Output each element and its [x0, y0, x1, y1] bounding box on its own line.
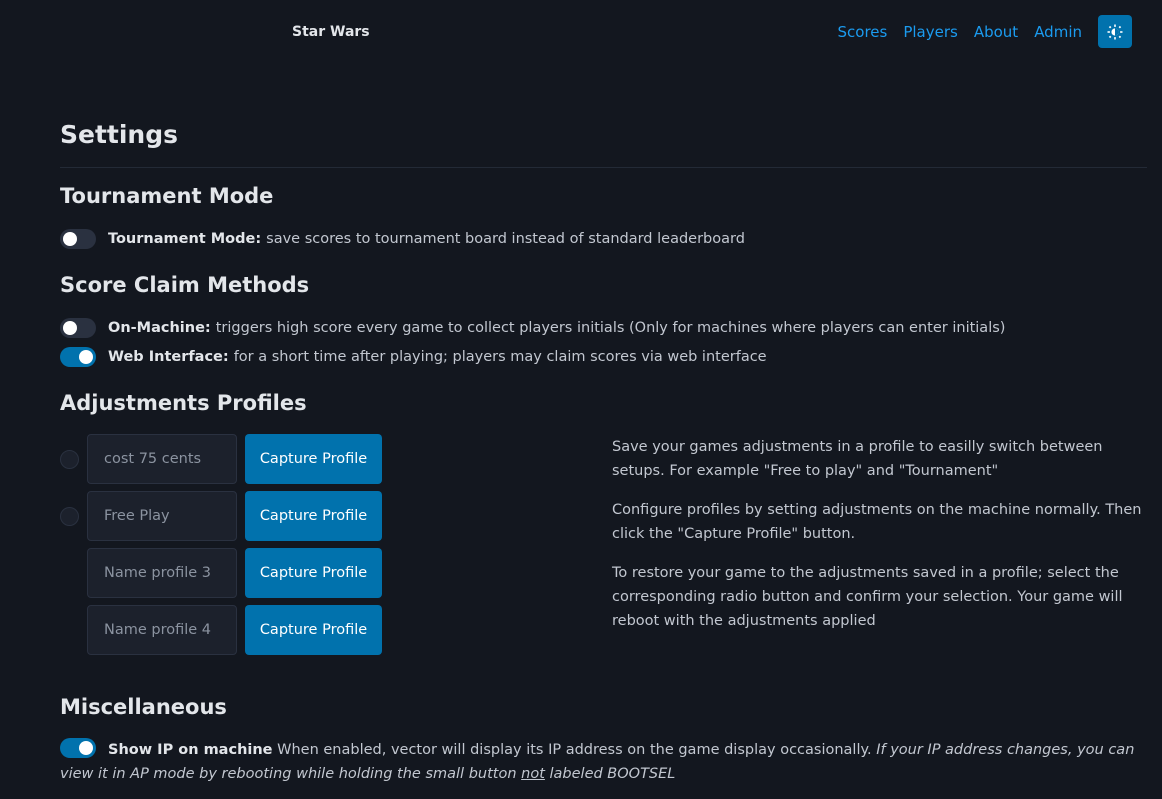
profile-radio-2[interactable]: [60, 506, 79, 526]
profile-name-input-3[interactable]: [87, 548, 237, 598]
ip-note-emphasis: not: [521, 766, 545, 782]
profiles-help-text-1: Save your games adjustments in a profile…: [612, 439, 1103, 479]
profile-row-1: Capture Profile: [60, 434, 382, 484]
theme-toggle-button[interactable]: [1098, 15, 1132, 48]
profiles-help-text-2: Configure profiles by setting adjustment…: [612, 502, 1142, 542]
profile-row-2: Capture Profile: [60, 491, 382, 541]
capture-profile-button-1[interactable]: Capture Profile: [245, 434, 382, 484]
nav-link-about[interactable]: About: [974, 23, 1018, 41]
on-machine-option: On-Machine: triggers high score every ga…: [60, 318, 1005, 338]
profile-row-4: Capture Profile: [60, 605, 382, 655]
page-title: Settings: [60, 120, 179, 149]
main-nav: Scores Players About Admin: [838, 23, 1083, 41]
option-label: Show IP on machine: [108, 742, 273, 758]
profile-radio-1[interactable]: [60, 449, 79, 469]
brand-title[interactable]: Star Wars: [292, 24, 370, 40]
option-description: save scores to tournament board instead …: [266, 231, 745, 247]
nav-link-scores[interactable]: Scores: [838, 23, 888, 41]
ip-note-end: labeled BOOTSEL: [549, 766, 676, 782]
web-interface-option: Web Interface: for a short time after pl…: [60, 347, 767, 367]
show-ip-option: Show IP on machine When enabled, vector …: [60, 738, 1147, 786]
option-label: On-Machine:: [108, 320, 211, 336]
top-navbar: Star Wars Scores Players About Admin: [0, 0, 1162, 66]
profile-row-3: Capture Profile: [60, 548, 382, 598]
capture-profile-button-4[interactable]: Capture Profile: [245, 605, 382, 655]
profile-name-input-1[interactable]: [87, 434, 237, 484]
nav-link-admin[interactable]: Admin: [1034, 23, 1082, 41]
option-description: for a short time after playing; players …: [233, 349, 767, 365]
option-label: Web Interface:: [108, 349, 229, 365]
profile-name-input-2[interactable]: [87, 491, 237, 541]
nav-link-players[interactable]: Players: [903, 23, 958, 41]
option-label: Tournament Mode:: [108, 231, 262, 247]
capture-profile-button-3[interactable]: Capture Profile: [245, 548, 382, 598]
section-heading-profiles: Adjustments Profiles: [60, 391, 307, 415]
profiles-help-text-3: To restore your game to the adjustments …: [612, 565, 1123, 629]
capture-profile-button-2[interactable]: Capture Profile: [245, 491, 382, 541]
on-machine-toggle[interactable]: [60, 318, 96, 338]
brightness-icon: [1107, 24, 1123, 39]
section-heading-misc: Miscellaneous: [60, 695, 227, 719]
web-interface-toggle[interactable]: [60, 347, 96, 367]
section-heading-tournament: Tournament Mode: [60, 184, 274, 208]
profile-name-input-4[interactable]: [87, 605, 237, 655]
section-heading-score-claim: Score Claim Methods: [60, 273, 310, 297]
option-description: When enabled, vector will display its IP…: [277, 742, 872, 758]
title-divider: [60, 167, 1147, 168]
tournament-mode-toggle[interactable]: [60, 229, 96, 249]
show-ip-toggle[interactable]: [60, 738, 96, 758]
tournament-mode-option: Tournament Mode: save scores to tourname…: [60, 229, 745, 249]
option-description: triggers high score every game to collec…: [215, 320, 1006, 336]
